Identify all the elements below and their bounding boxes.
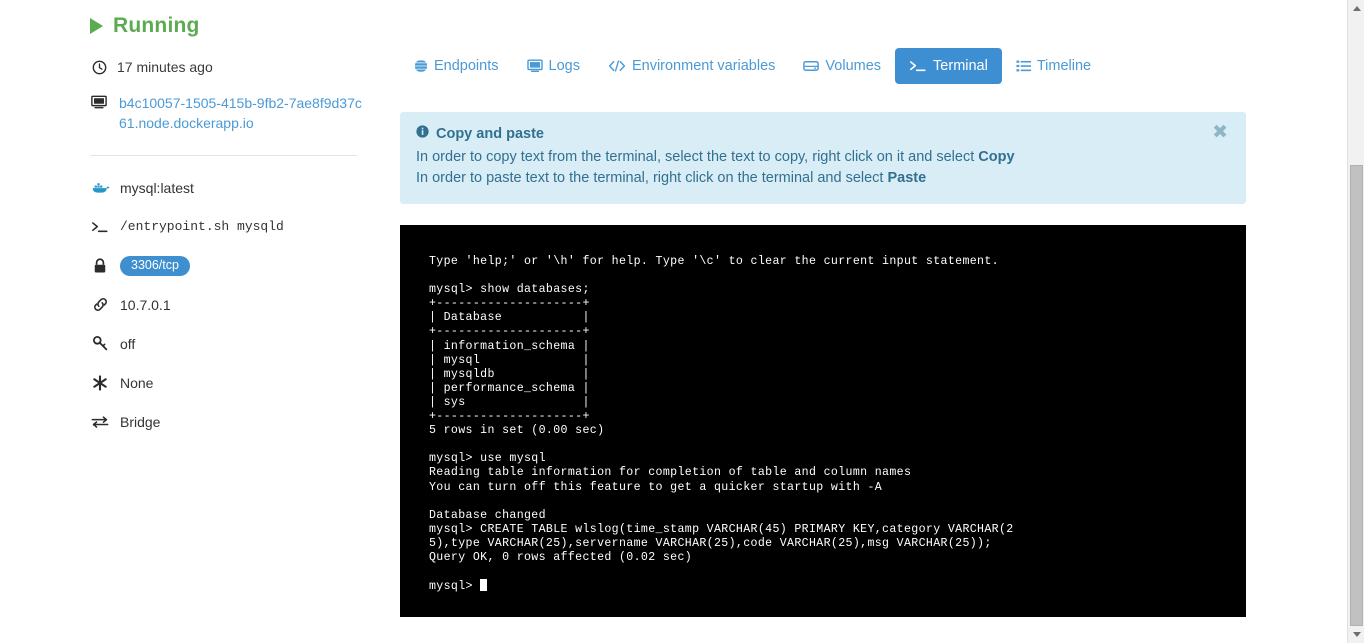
uptime-label: 17 minutes ago [117, 59, 213, 75]
tab-terminal[interactable]: Terminal [895, 48, 1002, 84]
detail-label-network: Bridge [120, 413, 161, 430]
detail-label-privileged: off [120, 335, 136, 352]
tab-label-terminal: Terminal [933, 58, 988, 74]
detail-row-restart: None [90, 363, 380, 402]
asterisk-icon [90, 373, 110, 393]
detail-label-ip: 10.7.0.1 [120, 296, 171, 313]
play-icon [90, 18, 103, 34]
code-brackets-icon [608, 59, 626, 73]
sidebar-divider [90, 155, 357, 156]
host-row: b4c10057-1505-415b-9fb2-7ae8f9d37c61.nod… [90, 93, 380, 133]
terminal-prompt-icon [90, 217, 110, 237]
tab-label-endpoints: Endpoints [434, 58, 499, 74]
scroll-down-icon[interactable] [1348, 626, 1364, 643]
tab-logs[interactable]: Logs [513, 48, 594, 84]
detail-row-network: Bridge [90, 402, 380, 441]
banner-line-copy: In order to copy text from the terminal,… [416, 147, 1228, 168]
info-circle-icon [416, 125, 429, 142]
monitor-icon [90, 93, 108, 111]
docker-whale-icon [90, 178, 110, 198]
exchange-arrows-icon [90, 412, 110, 432]
detail-label-image: mysql:latest [120, 179, 194, 196]
banner-paste-keyword: Paste [887, 170, 927, 186]
container-main: Endpoints Logs Environment variables Vol… [400, 0, 1250, 617]
terminal-output[interactable]: Type 'help;' or '\h' for help. Type '\c'… [400, 225, 1246, 594]
tab-label-timeline: Timeline [1036, 58, 1092, 74]
scrollbar-thumb[interactable] [1350, 165, 1363, 626]
banner-line-copy-text: In order to copy text from the terminal,… [416, 149, 979, 165]
page-scrollbar[interactable] [1347, 0, 1364, 643]
terminal-scrollback: Type 'help;' or '\h' for help. Type '\c'… [429, 255, 1014, 564]
copy-paste-banner: ✖ Copy and paste In order to copy text f… [400, 112, 1246, 204]
banner-line-paste-text: In order to paste text to the terminal, … [416, 170, 888, 186]
port-badge[interactable]: 3306/tcp [120, 255, 190, 276]
container-sidebar: Running 17 minutes ago b4c10057-1505-415… [90, 0, 380, 643]
status-label: Running [113, 14, 200, 37]
banner-title-row: Copy and paste [416, 125, 1228, 142]
banner-copy-keyword: Copy [978, 149, 1015, 165]
detail-row-privileged: off [90, 324, 380, 363]
tab-label-volumes: Volumes [825, 58, 882, 74]
terminal-panel[interactable]: Type 'help;' or '\h' for help. Type '\c'… [400, 225, 1246, 617]
container-status: Running [90, 0, 380, 44]
detail-label-restart: None [120, 374, 154, 391]
detail-row-port: 3306/tcp [90, 246, 380, 285]
uptime-row: 17 minutes ago [90, 58, 380, 77]
detail-label-command: /entrypoint.sh mysqld [120, 219, 284, 234]
host-link[interactable]: b4c10057-1505-415b-9fb2-7ae8f9d37c61.nod… [119, 93, 369, 133]
list-icon [1016, 59, 1031, 73]
hdd-icon [803, 59, 820, 73]
detail-row-ip: 10.7.0.1 [90, 285, 380, 324]
link-icon [90, 295, 110, 315]
app-page: Running 17 minutes ago b4c10057-1505-415… [0, 0, 1364, 643]
close-icon[interactable]: ✖ [1208, 121, 1232, 144]
detail-row-command: /entrypoint.sh mysqld [90, 207, 380, 246]
lock-icon [90, 256, 110, 276]
terminal-cursor [480, 579, 488, 592]
terminal-prompt: mysql> [429, 580, 481, 594]
clock-icon [90, 58, 108, 76]
tab-timeline[interactable]: Timeline [1002, 48, 1105, 84]
scroll-up-icon[interactable] [1348, 0, 1364, 17]
tab-label-logs: Logs [548, 58, 580, 74]
tab-label-environment-variables: Environment variables [631, 58, 776, 74]
tab-volumes[interactable]: Volumes [789, 48, 895, 84]
tab-environment-variables[interactable]: Environment variables [594, 48, 789, 84]
detail-row-image: mysql:latest [90, 168, 380, 207]
tab-endpoints[interactable]: Endpoints [400, 48, 513, 84]
tab-bar: Endpoints Logs Environment variables Vol… [400, 0, 1250, 84]
key-icon [90, 334, 110, 354]
monitor-icon [526, 59, 543, 73]
banner-title: Copy and paste [436, 125, 544, 142]
container-details: mysql:latest /entrypoint.sh mysqld 3306/… [90, 168, 380, 441]
terminal-prompt-icon [909, 59, 927, 73]
banner-line-paste: In order to paste text to the terminal, … [416, 168, 1228, 189]
globe-icon [414, 59, 428, 73]
